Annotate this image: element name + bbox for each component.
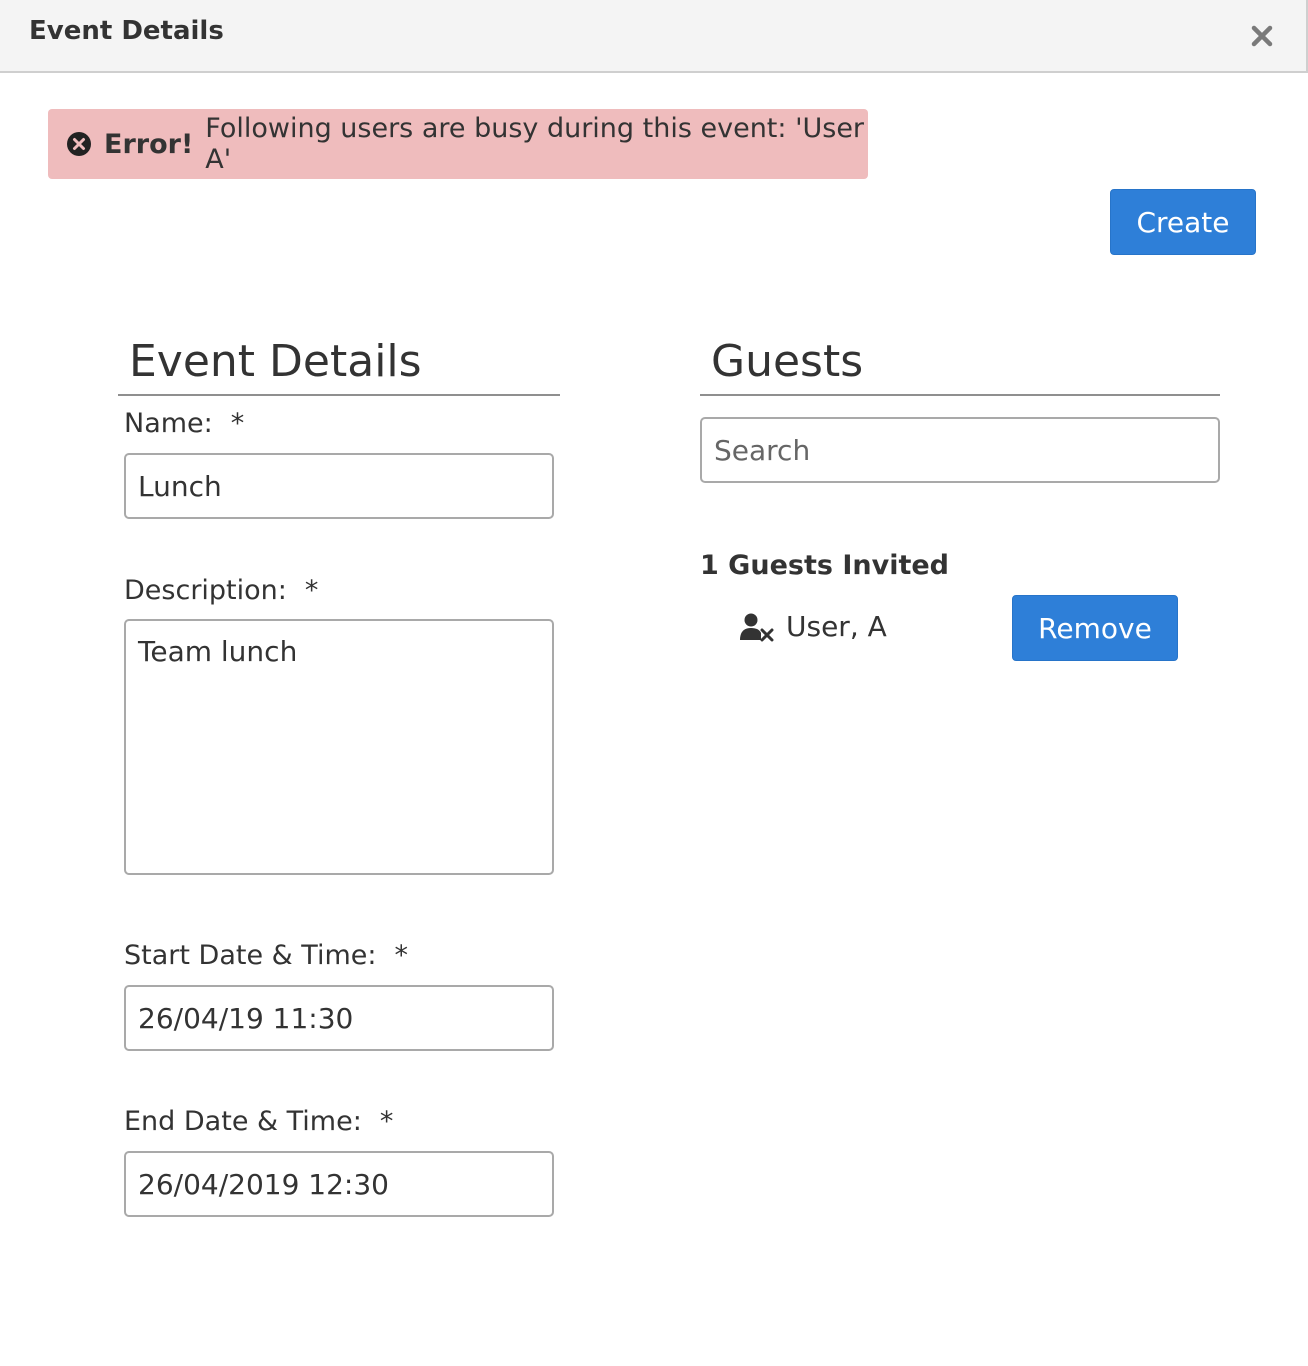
guest-name: User, A	[786, 610, 887, 643]
user-remove-icon[interactable]	[740, 612, 774, 642]
event-details-heading: Event Details	[129, 336, 422, 387]
description-field[interactable]: Team lunch	[124, 619, 554, 875]
required-marker: *	[379, 1106, 394, 1137]
end-label-text: End Date & Time:	[124, 1106, 362, 1137]
guests-heading: Guests	[711, 336, 864, 387]
name-label: Name: *	[124, 408, 244, 439]
guest-search-input[interactable]	[700, 417, 1220, 483]
required-marker: *	[304, 575, 319, 606]
required-marker: *	[230, 408, 245, 439]
dialog-title: Event Details	[29, 16, 224, 46]
start-label-text: Start Date & Time:	[124, 940, 377, 971]
start-datetime-field[interactable]	[124, 985, 554, 1051]
event-details-divider	[118, 394, 560, 396]
dialog-titlebar: Event Details	[0, 0, 1308, 73]
name-label-text: Name:	[124, 408, 213, 439]
error-alert: Error! Following users are busy during t…	[48, 109, 868, 179]
close-icon[interactable]	[1244, 18, 1280, 54]
remove-guest-button[interactable]: Remove	[1012, 595, 1178, 661]
guests-divider	[700, 394, 1220, 396]
create-button[interactable]: Create	[1110, 189, 1256, 255]
name-field[interactable]	[124, 453, 554, 519]
alert-message: Following users are busy during this eve…	[205, 113, 865, 175]
start-label: Start Date & Time: *	[124, 940, 408, 971]
end-label: End Date & Time: *	[124, 1106, 393, 1137]
end-datetime-field[interactable]	[124, 1151, 554, 1217]
required-marker: *	[394, 940, 408, 971]
error-circle-icon	[66, 131, 92, 157]
guest-list-item: User, A	[740, 610, 887, 643]
description-label-text: Description:	[124, 575, 287, 606]
description-label: Description: *	[124, 575, 318, 606]
guests-count: 1 Guests Invited	[700, 550, 949, 581]
alert-strong: Error!	[104, 128, 194, 160]
